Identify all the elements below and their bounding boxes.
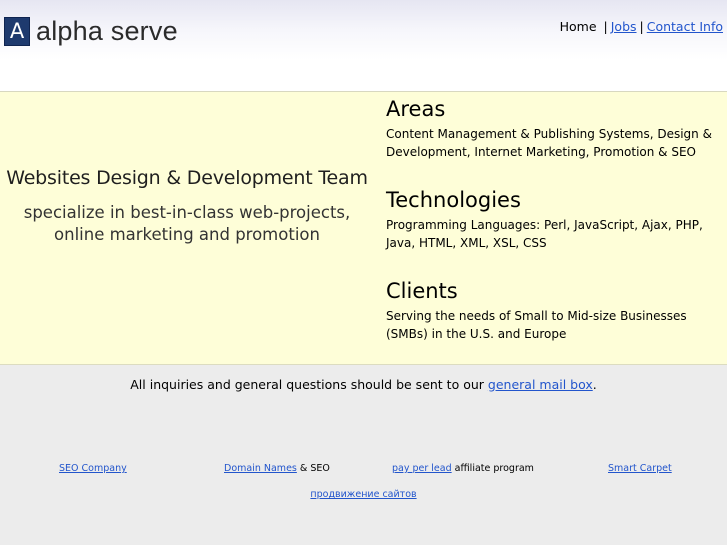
logo-text: alpha serve <box>36 16 178 46</box>
header: A alpha serve Home | Jobs | Contact Info <box>0 0 727 92</box>
section-areas: Areas Content Management & Publishing Sy… <box>386 96 724 161</box>
domain-names-link[interactable]: Domain Names <box>224 463 297 474</box>
nav-contact-link[interactable]: Contact Info <box>647 19 723 34</box>
nav-home: Home <box>559 19 597 34</box>
section-text: Content Management & Publishing Systems,… <box>386 127 712 159</box>
seo-company-link[interactable]: SEO Company <box>59 463 127 474</box>
smart-carpet-link[interactable]: Smart Carpet <box>608 463 672 474</box>
logo[interactable]: A alpha serve <box>4 17 178 46</box>
hero-subtitle-line-1: specialize in best-in-class web-projects… <box>23 203 351 222</box>
section-technologies: Technologies Programming Languages: Perl… <box>386 187 724 252</box>
nav-jobs-link[interactable]: Jobs <box>611 19 637 34</box>
nav-separator: | <box>639 19 644 34</box>
inquiry-text: All inquiries and general questions shou… <box>130 377 484 392</box>
domain-names-suffix: & SEO <box>299 463 330 474</box>
inquiry-line: All inquiries and general questions shou… <box>0 377 727 392</box>
section-clients: Clients Serving the needs of Small to Mi… <box>386 278 724 343</box>
inquiry-period: . <box>592 377 597 392</box>
footer-item-smart-carpet: Smart Carpet <box>608 463 672 474</box>
footer-item-seo-company: SEO Company <box>59 463 127 474</box>
russian-promotion-link[interactable]: продвижение сайтов <box>310 489 416 500</box>
section-heading: Clients <box>386 279 458 303</box>
hero-title: Websites Design & Development Team <box>6 167 368 189</box>
footer-item-domain-names: Domain Names & SEO <box>224 463 330 474</box>
logo-mark-icon: A <box>4 17 30 46</box>
hero-subtitle-line-2: online marketing and promotion <box>54 225 320 244</box>
hero-subtitle: specialize in best-in-class web-projects… <box>0 202 374 246</box>
section-text: Programming Languages: Perl, JavaScript,… <box>386 218 703 250</box>
section-text: Serving the needs of Small to Mid-size B… <box>386 309 687 341</box>
nav-separator: | <box>603 19 608 34</box>
mailbox-link[interactable]: general mail box <box>488 377 593 392</box>
pay-per-lead-suffix: affiliate program <box>454 463 534 474</box>
pay-per-lead-link[interactable]: pay per lead <box>392 463 452 474</box>
section-heading: Technologies <box>386 188 521 212</box>
footer-item-pay-per-lead: pay per lead affiliate program <box>392 463 534 474</box>
section-heading: Areas <box>386 97 446 121</box>
hero-tagline: Websites Design & Development Team speci… <box>0 165 374 246</box>
footer-item-russian: продвижение сайтов <box>0 489 727 500</box>
top-navigation: Home | Jobs | Contact Info <box>560 19 723 34</box>
